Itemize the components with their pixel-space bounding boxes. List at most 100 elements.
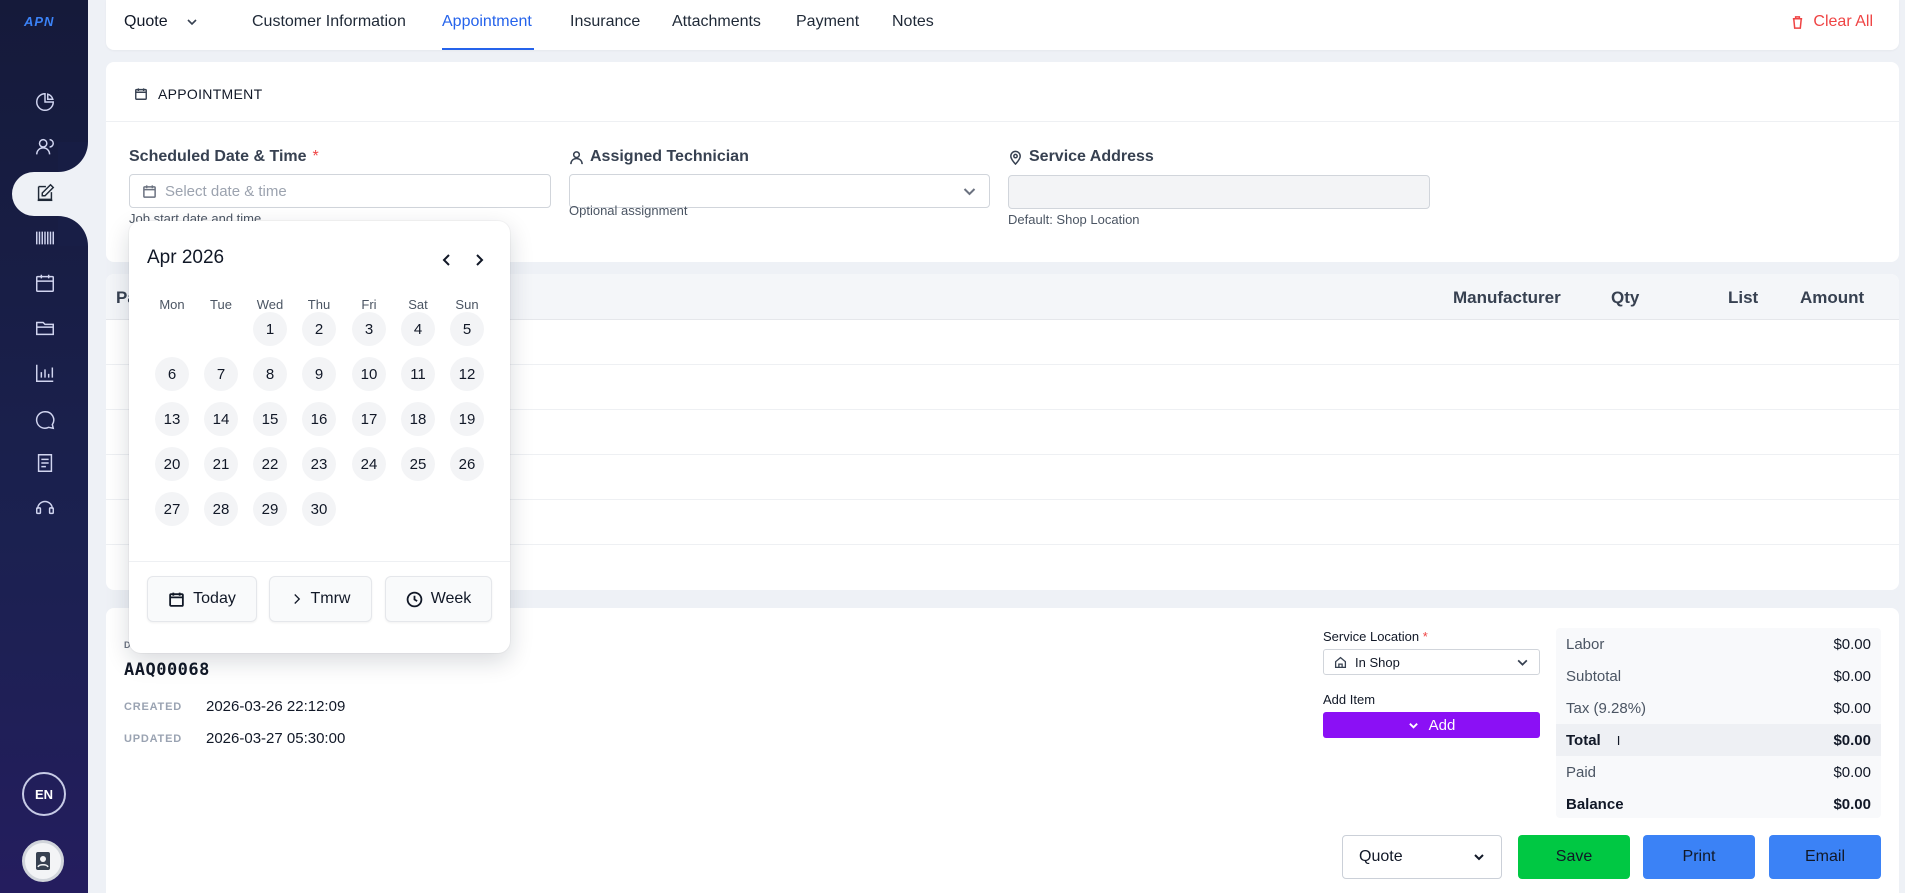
- avatar[interactable]: [22, 840, 64, 882]
- calendar-day[interactable]: 21: [204, 447, 238, 481]
- calendar-day[interactable]: 5: [450, 312, 484, 346]
- calendar-day[interactable]: 17: [352, 402, 386, 436]
- service-location-select[interactable]: In Shop: [1323, 649, 1540, 675]
- doc-type-label: Quote: [124, 13, 168, 30]
- edit-icon[interactable]: [32, 180, 58, 206]
- service-address-input[interactable]: [1008, 175, 1430, 209]
- weekday-header: Tue: [210, 297, 232, 312]
- created-value: 2026-03-26 22:12:09: [206, 698, 346, 715]
- required-mark: *: [1422, 629, 1428, 644]
- add-item-button[interactable]: Add: [1323, 712, 1540, 738]
- support-icon[interactable]: [32, 494, 58, 520]
- calendar-icon: [135, 88, 147, 100]
- folder-icon[interactable]: [32, 315, 58, 341]
- calendar-day[interactable]: 19: [450, 402, 484, 436]
- calendar-icon[interactable]: [32, 270, 58, 296]
- calendar-day[interactable]: 26: [450, 447, 484, 481]
- barcode-icon[interactable]: [32, 225, 58, 251]
- totals-panel: Labor $0.00 Subtotal $0.00 Tax (9.28%) $…: [1556, 628, 1881, 818]
- tab-payment[interactable]: Payment: [796, 13, 859, 31]
- today-button-label: Today: [193, 590, 236, 607]
- service-location-label: Service Location *: [1323, 629, 1428, 644]
- weekday-header: Mon: [159, 297, 185, 312]
- column-header-qty: Qty: [1611, 288, 1640, 307]
- weekday-header: Sat: [408, 297, 428, 312]
- subtotal-label: Subtotal: [1566, 667, 1622, 685]
- calendar-day[interactable]: 15: [253, 402, 287, 436]
- calendar-day[interactable]: 4: [401, 312, 435, 346]
- calendar-day[interactable]: 16: [302, 402, 336, 436]
- scheduled-label-text: Scheduled Date & Time: [129, 148, 307, 165]
- chevron-down-icon: [1517, 659, 1528, 666]
- calendar-day[interactable]: 2: [302, 312, 336, 346]
- calendar-day[interactable]: 20: [155, 447, 189, 481]
- weekday-header: Wed: [256, 297, 284, 312]
- save-button[interactable]: Save: [1518, 835, 1630, 879]
- calendar-day[interactable]: 25: [401, 447, 435, 481]
- app-logo[interactable]: APN: [24, 14, 54, 29]
- calendar-day[interactable]: 30: [302, 492, 336, 526]
- calendar-day[interactable]: 13: [155, 402, 189, 436]
- next-month-button[interactable]: [470, 251, 488, 269]
- add-item-button-label: Add: [1428, 716, 1456, 734]
- scheduled-placeholder: Select date & time: [165, 182, 287, 200]
- sidebar-active-notch-top: [58, 142, 88, 172]
- calendar-day[interactable]: 3: [352, 312, 386, 346]
- weekday-header: Thu: [307, 297, 331, 312]
- paid-value: $0.00: [1833, 763, 1871, 781]
- email-button[interactable]: Email: [1769, 835, 1881, 879]
- today-button[interactable]: Today: [147, 576, 257, 622]
- subtotal-row: Subtotal $0.00: [1556, 660, 1881, 692]
- calendar-day[interactable]: 22: [253, 447, 287, 481]
- tab-attachments[interactable]: Attachments: [672, 13, 761, 31]
- pie-chart-icon[interactable]: [32, 89, 58, 115]
- address-label-text: Service Address: [1029, 148, 1154, 165]
- technician-label: Assigned Technician: [569, 148, 749, 166]
- tomorrow-button[interactable]: Tmrw: [269, 576, 372, 622]
- sidebar: APN EN: [0, 0, 88, 893]
- calendar-day[interactable]: 6: [155, 357, 189, 391]
- bar-chart-icon[interactable]: [32, 360, 58, 386]
- print-button[interactable]: Print: [1643, 835, 1755, 879]
- created-label: CREATED: [124, 701, 182, 713]
- doc-type-dropdown[interactable]: Quote: [124, 13, 198, 31]
- tab-customer-information[interactable]: Customer Information: [252, 13, 406, 31]
- calendar-day[interactable]: 9: [302, 357, 336, 391]
- tab-appointment[interactable]: Appointment: [442, 13, 532, 31]
- calendar-day[interactable]: 29: [253, 492, 287, 526]
- total-row: Total I $0.00: [1556, 724, 1881, 756]
- calendar-day[interactable]: 18: [401, 402, 435, 436]
- calendar-day[interactable]: 27: [155, 492, 189, 526]
- doc-id: AAQ00068: [124, 660, 210, 680]
- calendar-day[interactable]: 11: [401, 357, 435, 391]
- clear-all-label: Clear All: [1813, 13, 1873, 30]
- calendar-day[interactable]: 28: [204, 492, 238, 526]
- clear-all-button[interactable]: Clear All: [1790, 13, 1873, 31]
- tab-notes[interactable]: Notes: [892, 13, 934, 31]
- tab-insurance[interactable]: Insurance: [570, 13, 640, 31]
- tomorrow-button-label: Tmrw: [310, 590, 351, 607]
- previous-month-button[interactable]: [438, 251, 456, 269]
- appointment-card-header: APPOINTMENT: [106, 62, 1899, 122]
- calendar-day[interactable]: 12: [450, 357, 484, 391]
- date-picker-popup: Apr 2026 Mon Tue Wed Thu Fri Sat Sun 123…: [129, 221, 510, 653]
- calendar-day[interactable]: 8: [253, 357, 287, 391]
- scheduled-datetime-input[interactable]: Select date & time: [129, 174, 551, 208]
- clock-icon: [406, 591, 422, 607]
- chat-icon[interactable]: [32, 407, 58, 433]
- calendar-day[interactable]: 14: [204, 402, 238, 436]
- document-icon[interactable]: [32, 450, 58, 476]
- calendar-day[interactable]: 7: [204, 357, 238, 391]
- address-label: Service Address: [1008, 148, 1154, 166]
- paid-row: Paid $0.00: [1556, 756, 1881, 788]
- calendar-day[interactable]: 23: [302, 447, 336, 481]
- calendar-day[interactable]: 10: [352, 357, 386, 391]
- calendar-icon: [143, 184, 156, 198]
- language-switcher[interactable]: EN: [22, 772, 66, 816]
- users-icon[interactable]: [32, 134, 58, 160]
- week-button[interactable]: Week: [385, 576, 492, 622]
- calendar-day[interactable]: 1: [253, 312, 287, 346]
- date-picker-month-label: Apr 2026: [147, 247, 225, 268]
- calendar-day[interactable]: 24: [352, 447, 386, 481]
- doc-type-select[interactable]: Quote: [1342, 835, 1502, 879]
